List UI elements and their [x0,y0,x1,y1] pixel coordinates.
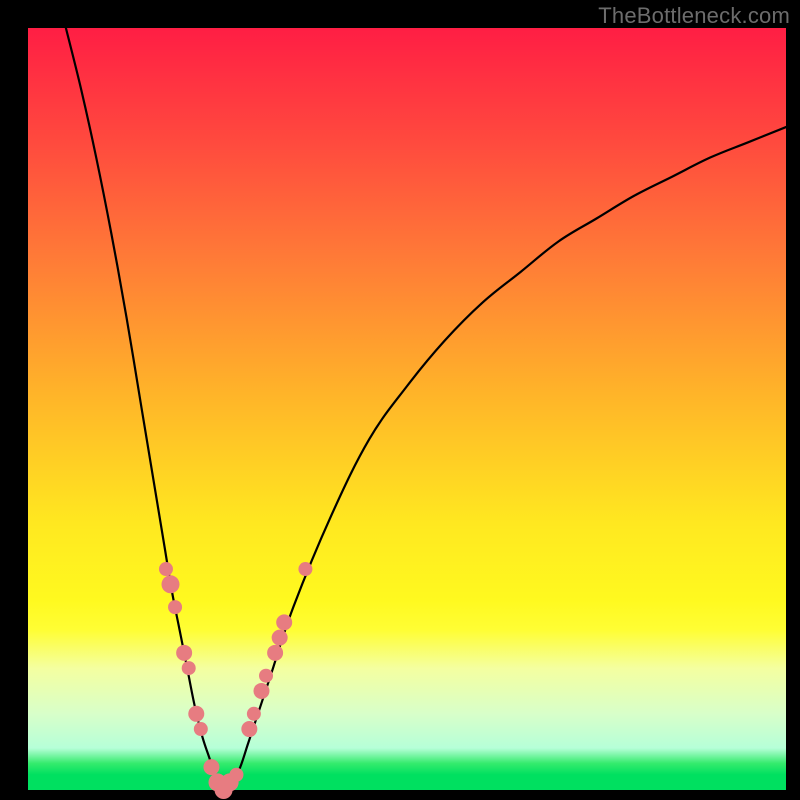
bottleneck-curve [66,28,786,790]
marker-point [203,759,219,775]
marker-point [176,645,192,661]
marker-point [259,669,273,683]
marker-point [168,600,182,614]
highlighted-points [159,562,312,799]
marker-point [298,562,312,576]
plot-area [28,28,786,790]
chart-frame: TheBottleneck.com [0,0,800,800]
marker-point [253,683,269,699]
marker-point [159,562,173,576]
chart-svg [28,28,786,790]
marker-point [272,630,288,646]
marker-point [241,721,257,737]
marker-point [247,707,261,721]
marker-point [162,575,180,593]
marker-point [188,706,204,722]
watermark-text: TheBottleneck.com [598,3,790,29]
marker-point [276,614,292,630]
marker-point [182,661,196,675]
marker-point [267,645,283,661]
marker-point [229,768,243,782]
marker-point [194,722,208,736]
